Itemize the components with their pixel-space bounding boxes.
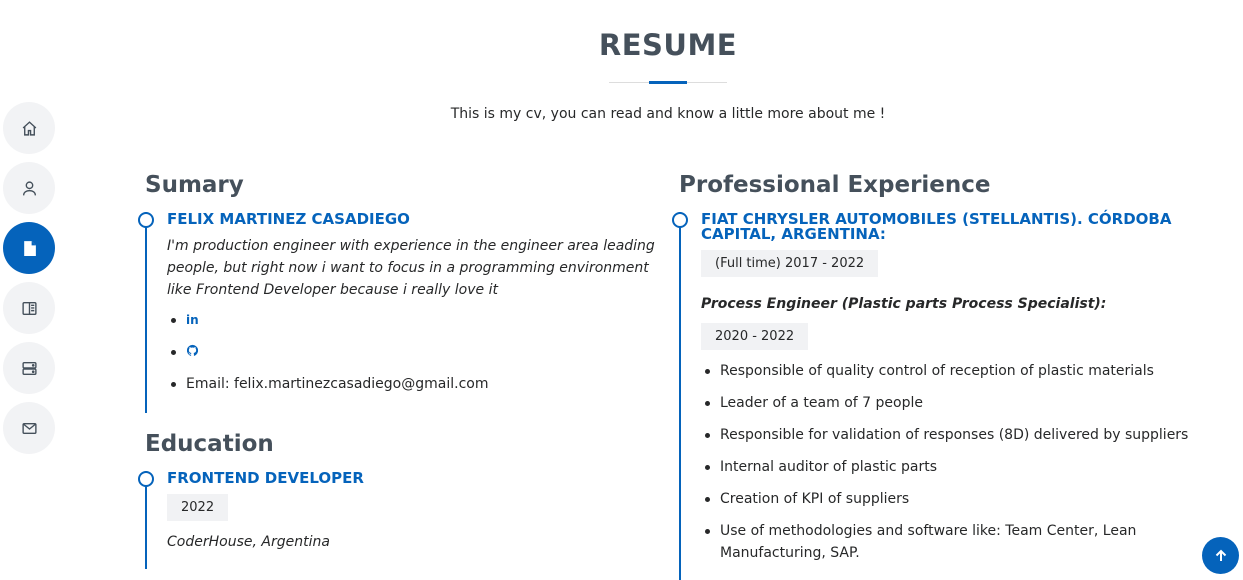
education-item: FRONTEND DEVELOPER 2022 CoderHouse, Arge…	[138, 469, 665, 569]
experience-period-badge: (Full time) 2017 - 2022	[701, 250, 879, 277]
page-title: RESUME	[598, 28, 738, 62]
nav-resume[interactable]	[3, 222, 55, 274]
arrow-up-icon	[1215, 549, 1226, 561]
contact-list: in Email: felix.martinezcasadiego@gmail.…	[167, 309, 665, 395]
education-degree: FRONTEND DEVELOPER	[167, 469, 364, 487]
list-item: Creation of KPI of suppliers	[701, 488, 1219, 510]
experience-company: FIAT CHRYSLER AUTOMOBILES (STELLANTIS). …	[701, 210, 1172, 243]
email-item: Email: felix.martinezcasadiego@gmail.com	[167, 373, 665, 395]
linkedin-link[interactable]: in	[186, 313, 199, 327]
side-nav	[3, 102, 55, 462]
role-period-badge: 2020 - 2022	[701, 323, 809, 350]
github-icon	[186, 344, 199, 356]
summary-description: I'm production engineer with experience …	[167, 238, 655, 298]
file-icon	[23, 240, 36, 256]
book-icon	[21, 301, 37, 315]
experience-role: Process Engineer (Plastic parts Process …	[701, 296, 1107, 312]
list-item: Internal auditor of plastic parts	[701, 456, 1219, 478]
list-item: Leader of a team of 7 people	[701, 392, 1219, 414]
list-item: in	[167, 309, 665, 331]
nav-about[interactable]	[3, 162, 55, 214]
experience-heading: Professional Experience	[679, 172, 991, 198]
list-item: Use of methodologies and software like: …	[701, 520, 1219, 564]
page-subtitle: This is my cv, you can read and know a l…	[450, 106, 886, 122]
summary-item: FELIX MARTINEZ CASADIEGO I'm production …	[138, 210, 665, 413]
nav-services[interactable]	[3, 342, 55, 394]
education-school: CoderHouse, Argentina	[167, 534, 330, 550]
summary-heading: Sumary	[145, 172, 244, 198]
github-link[interactable]	[186, 344, 199, 359]
server-icon	[21, 361, 37, 375]
nav-portfolio[interactable]	[3, 282, 55, 334]
back-to-top-button[interactable]	[1202, 537, 1239, 574]
list-item: Responsible for validation of responses …	[701, 424, 1219, 446]
home-icon	[22, 120, 36, 136]
nav-contact[interactable]	[3, 402, 55, 454]
responsibility-list: Responsible of quality control of recept…	[701, 360, 1219, 564]
list-item	[167, 341, 665, 363]
summary-name: FELIX MARTINEZ CASADIEGO	[167, 210, 410, 228]
envelope-icon	[21, 422, 37, 434]
list-item: Responsible of quality control of recept…	[701, 360, 1219, 382]
experience-item: FIAT CHRYSLER AUTOMOBILES (STELLANTIS). …	[672, 210, 1219, 580]
education-year-badge: 2022	[167, 494, 229, 521]
person-icon	[22, 180, 36, 195]
title-accent-bar	[649, 81, 687, 84]
left-column: Sumary FELIX MARTINEZ CASADIEGO I'm prod…	[138, 172, 665, 569]
right-column: Professional Experience FIAT CHRYSLER AU…	[672, 172, 1219, 580]
education-heading: Education	[145, 431, 274, 457]
